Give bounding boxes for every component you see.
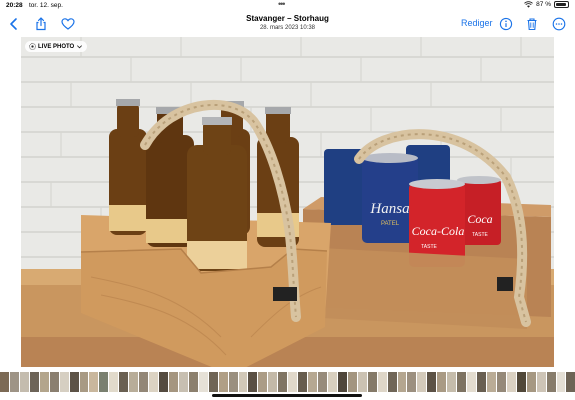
status-date: tor. 12. sep. — [29, 2, 63, 9]
live-photo-badge[interactable]: LIVE PHOTO — [25, 41, 88, 52]
photo-thumbnail[interactable] — [516, 372, 526, 392]
photo-thumbnail[interactable] — [218, 372, 228, 392]
photo-thumbnail[interactable] — [437, 372, 447, 392]
photo-thumbnail[interactable] — [357, 372, 367, 392]
delete-button[interactable] — [524, 16, 540, 32]
photo-thumbnail[interactable] — [188, 372, 198, 392]
photo-thumbnail[interactable] — [397, 372, 407, 392]
photo-thumbnail[interactable] — [69, 372, 79, 392]
photo-thumbnail[interactable] — [278, 372, 288, 392]
chevron-down-icon — [77, 45, 83, 49]
photo-thumbnail[interactable] — [238, 372, 248, 392]
photo-thumbnail[interactable] — [208, 372, 218, 392]
photo-thumbnail[interactable] — [536, 372, 546, 392]
photo-thumbnail[interactable] — [447, 372, 457, 392]
trash-icon — [527, 18, 537, 31]
photo-thumbnail[interactable] — [347, 372, 357, 392]
photo-thumbnail[interactable] — [129, 372, 139, 392]
home-indicator[interactable] — [212, 394, 362, 397]
coca-cola-back-sublabel: TASTE — [472, 232, 488, 238]
photo-thumbnail[interactable] — [298, 372, 308, 392]
photo-thumbnail[interactable] — [327, 372, 337, 392]
photo-thumbnail[interactable] — [268, 372, 278, 392]
photo-thumbnail[interactable] — [19, 372, 29, 392]
photo-thumbnail[interactable] — [367, 372, 377, 392]
photo-thumbnail[interactable] — [546, 372, 556, 392]
photo-thumbnail[interactable] — [258, 372, 268, 392]
battery-icon — [554, 1, 569, 8]
coca-cola-back-label: Coca — [467, 212, 492, 226]
main-photo[interactable]: Hansa PATEL Coca TASTE Coca-Cola TASTE — [21, 37, 554, 367]
info-button[interactable] — [498, 16, 514, 32]
photo-thumbnail[interactable] — [159, 372, 168, 392]
photo-thumbnail[interactable] — [427, 372, 437, 392]
photo-thumbnail[interactable] — [0, 372, 9, 392]
wifi-icon — [524, 1, 534, 8]
photo-thumbnail[interactable] — [377, 372, 387, 392]
photo-thumbnail[interactable] — [387, 372, 397, 392]
photo-thumbnail[interactable] — [477, 372, 486, 392]
battery-percent: 87 % — [536, 1, 551, 8]
edit-button[interactable]: Rediger — [461, 18, 493, 28]
photo-thumbnail[interactable] — [89, 372, 99, 392]
photo-thumbnail[interactable] — [457, 372, 467, 392]
photo-thumbnail[interactable] — [109, 372, 119, 392]
photo-thumbnail[interactable] — [139, 372, 149, 392]
ellipsis-icon — [552, 17, 566, 31]
photo-thumbnail[interactable] — [308, 372, 317, 392]
photo-thumbnail[interactable] — [39, 372, 49, 392]
photo-thumbnail[interactable] — [417, 372, 427, 392]
hansa-can-label: Hansa — [369, 201, 409, 217]
photo-thumbnail[interactable] — [119, 372, 129, 392]
photo-thumbnail[interactable] — [198, 372, 208, 392]
photo-thumbnail[interactable] — [59, 372, 69, 392]
photo-thumbnail[interactable] — [177, 371, 189, 393]
photo-thumbnail[interactable] — [467, 372, 476, 392]
photo-thumbnail[interactable] — [566, 372, 575, 392]
status-bar: 20:28 tor. 12. sep. ••• 87 % — [0, 0, 575, 10]
photo-thumbnail[interactable] — [9, 372, 19, 392]
photo-thumbnail[interactable] — [337, 372, 347, 392]
photo-thumbnail[interactable] — [228, 372, 238, 392]
photo-thumbnail[interactable] — [29, 372, 39, 392]
photo-thumbnail[interactable] — [496, 372, 506, 392]
photo-thumbnail[interactable] — [79, 372, 89, 392]
coca-cola-can-label: Coca-Cola — [412, 224, 465, 238]
photo-thumbnail[interactable] — [556, 372, 566, 392]
thumbnail-strip[interactable] — [0, 371, 575, 393]
photo-thumbnail[interactable] — [168, 372, 178, 392]
photo-thumbnail[interactable] — [49, 372, 59, 392]
multitasking-dots-icon[interactable]: ••• — [278, 0, 286, 9]
photo-thumbnail[interactable] — [526, 372, 536, 392]
more-button[interactable] — [551, 16, 567, 32]
photo-thumbnail[interactable] — [486, 372, 496, 392]
photo-thumbnail[interactable] — [318, 372, 327, 392]
info-icon — [499, 17, 513, 31]
status-time: 20:28 — [6, 2, 23, 9]
photo-thumbnail[interactable] — [506, 372, 516, 392]
photo-thumbnail[interactable] — [248, 372, 258, 392]
live-photo-icon — [29, 43, 36, 50]
photo-thumbnail[interactable] — [407, 372, 417, 392]
status-indicators: 87 % — [524, 1, 569, 8]
coca-cola-can-sublabel: TASTE — [421, 244, 437, 250]
photo-thumbnail[interactable] — [288, 372, 298, 392]
live-photo-label: LIVE PHOTO — [38, 43, 75, 50]
photo-thumbnail[interactable] — [149, 372, 158, 392]
hansa-can-sublabel: PATEL — [381, 221, 400, 227]
photo-thumbnail[interactable] — [99, 372, 109, 392]
photo-nav-bar: Stavanger – Storhaug 28. mars 2023 10:38… — [0, 10, 575, 37]
